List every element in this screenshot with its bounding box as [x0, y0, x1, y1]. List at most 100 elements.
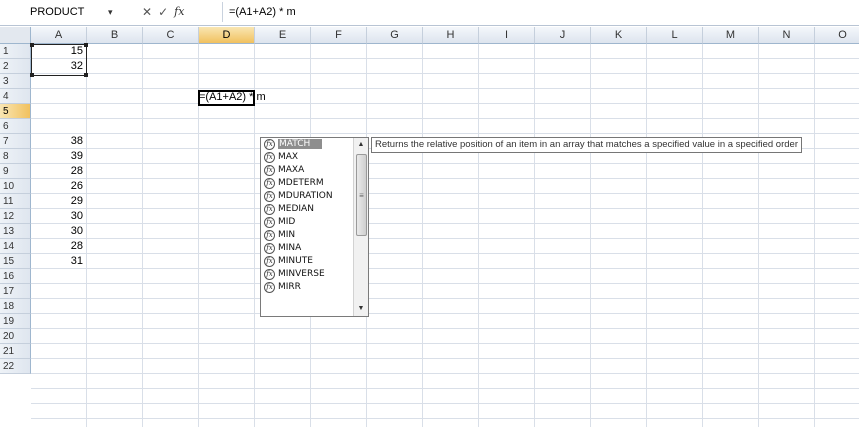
row-header-16[interactable]: 16 [0, 269, 31, 284]
autocomplete-item[interactable]: fx MINUTE [261, 255, 368, 268]
function-icon: fx [264, 165, 275, 176]
cell-a11[interactable]: 29 [31, 194, 87, 209]
column-header-d[interactable]: D [199, 27, 255, 44]
function-tooltip: Returns the relative position of an item… [371, 137, 802, 153]
cell-a15[interactable]: 31 [31, 254, 87, 269]
column-header-c[interactable]: C [143, 27, 199, 44]
row-header-17[interactable]: 17 [0, 284, 31, 299]
autocomplete-item[interactable]: fx MIN [261, 229, 368, 242]
function-icon: fx [264, 204, 275, 215]
cell-a9[interactable]: 28 [31, 164, 87, 179]
column-header-k[interactable]: K [591, 27, 647, 44]
row-header-8[interactable]: 8 [0, 149, 31, 164]
row-header-21[interactable]: 21 [0, 344, 31, 359]
column-header-e[interactable]: E [255, 27, 311, 44]
autocomplete-item[interactable]: fx MAX [261, 151, 368, 164]
function-icon: fx [264, 139, 275, 150]
autocomplete-item-label: MINUTE [278, 256, 313, 266]
cell-a7[interactable]: 38 [31, 134, 87, 149]
cancel-icon[interactable]: ✕ [142, 3, 152, 21]
row-header-4[interactable]: 4 [0, 89, 31, 104]
cell-area[interactable]: 15 32 38 39 28 26 29 30 30 28 31 [31, 44, 859, 427]
autocomplete-item-label: MINVERSE [278, 269, 325, 279]
function-icon: fx [264, 178, 275, 189]
row-header-7[interactable]: 7 [0, 134, 31, 149]
grip-icon: ≡ [359, 191, 364, 200]
row-header-5[interactable]: 5 [0, 104, 31, 119]
scroll-down-icon[interactable]: ▼ [354, 302, 368, 316]
column-header-f[interactable]: F [311, 27, 367, 44]
cell-a10[interactable]: 26 [31, 179, 87, 194]
function-icon: fx [264, 256, 275, 267]
column-header-h[interactable]: H [423, 27, 479, 44]
column-header-m[interactable]: M [703, 27, 759, 44]
cell-a1[interactable]: 15 [31, 44, 87, 59]
scroll-up-icon[interactable]: ▲ [354, 138, 368, 152]
cell-a2[interactable]: 32 [31, 59, 87, 74]
column-header-j[interactable]: J [535, 27, 591, 44]
row-header-12[interactable]: 12 [0, 209, 31, 224]
column-header-n[interactable]: N [759, 27, 815, 44]
cell-a8[interactable]: 39 [31, 149, 87, 164]
row-header-22[interactable]: 22 [0, 359, 31, 374]
column-header-i[interactable]: I [479, 27, 535, 44]
autocomplete-item[interactable]: fx MATCH [261, 138, 368, 151]
row-header-1[interactable]: 1 [0, 44, 31, 59]
autocomplete-item[interactable]: fx MAXA [261, 164, 368, 177]
autocomplete-item[interactable]: fx MDETERM [261, 177, 368, 190]
autocomplete-item[interactable]: fx MEDIAN [261, 203, 368, 216]
formula-input[interactable]: =(A1+A2) * m [229, 4, 296, 20]
row-header-10[interactable]: 10 [0, 179, 31, 194]
autocomplete-scrollbar[interactable]: ▲ ≡ ▼ [353, 138, 368, 316]
autocomplete-item[interactable]: fx MIRR [261, 281, 368, 294]
function-icon: fx [264, 217, 275, 228]
row-header-15[interactable]: 15 [0, 254, 31, 269]
column-header-b[interactable]: B [87, 27, 143, 44]
scroll-thumb[interactable]: ≡ [356, 154, 367, 236]
row-header-3[interactable]: 3 [0, 74, 31, 89]
autocomplete-item[interactable]: fx MINA [261, 242, 368, 255]
function-icon: fx [264, 230, 275, 241]
row-header-14[interactable]: 14 [0, 239, 31, 254]
autocomplete-item-label: MATCH [278, 139, 323, 149]
autocomplete-item[interactable]: fx MINVERSE [261, 268, 368, 281]
formula-buttons: ✕ ✓ fx [142, 3, 184, 21]
autocomplete-item-label: MDETERM [278, 178, 324, 188]
cell-a12[interactable]: 30 [31, 209, 87, 224]
autocomplete-item[interactable]: fx MDURATION [261, 190, 368, 203]
row-header-20[interactable]: 20 [0, 329, 31, 344]
row-header-18[interactable]: 18 [0, 299, 31, 314]
column-header-l[interactable]: L [647, 27, 703, 44]
cell-a14[interactable]: 28 [31, 239, 87, 254]
function-icon: fx [264, 269, 275, 280]
autocomplete-item-label: MINA [278, 243, 302, 253]
row-header-19[interactable]: 19 [0, 314, 31, 329]
row-header-11[interactable]: 11 [0, 194, 31, 209]
row-header-2[interactable]: 2 [0, 59, 31, 74]
autocomplete-item-label: MAX [278, 152, 299, 162]
row-header-6[interactable]: 6 [0, 119, 31, 134]
worksheet-grid: ABCDEFGHIJKLMNO 1 2 3 4 5 6 7 8 9 10 11 12 13 14 15 16 1… [0, 27, 859, 427]
cell-a13[interactable]: 30 [31, 224, 87, 239]
formula-bar-divider [222, 2, 223, 22]
name-box-dropdown-icon[interactable]: ▾ [108, 4, 113, 20]
row-header-9[interactable]: 9 [0, 164, 31, 179]
autocomplete-item-label: MID [278, 217, 296, 227]
autocomplete-item-label: MEDIAN [278, 204, 314, 214]
function-icon: fx [264, 191, 275, 202]
column-header-a[interactable]: A [31, 27, 87, 44]
column-header-g[interactable]: G [367, 27, 423, 44]
enter-icon[interactable]: ✓ [158, 3, 168, 21]
function-icon: fx [264, 282, 275, 293]
function-autocomplete-list[interactable]: fx MATCH fx MAX fx MAXA fx MDETERM fx MDURATION fx… [260, 137, 369, 317]
formula-bar: PRODUCT ▾ ✕ ✓ fx =(A1+A2) * m [0, 0, 859, 26]
row-header-13[interactable]: 13 [0, 224, 31, 239]
select-all-corner[interactable] [0, 27, 31, 44]
autocomplete-item-label: MDURATION [278, 191, 333, 201]
insert-function-icon[interactable]: fx [174, 3, 184, 21]
function-icon: fx [264, 243, 275, 254]
function-icon: fx [264, 152, 275, 163]
column-header-o[interactable]: O [815, 27, 859, 44]
active-cell-text[interactable]: =(A1+A2) * m [199, 90, 266, 106]
autocomplete-item[interactable]: fx MID [261, 216, 368, 229]
